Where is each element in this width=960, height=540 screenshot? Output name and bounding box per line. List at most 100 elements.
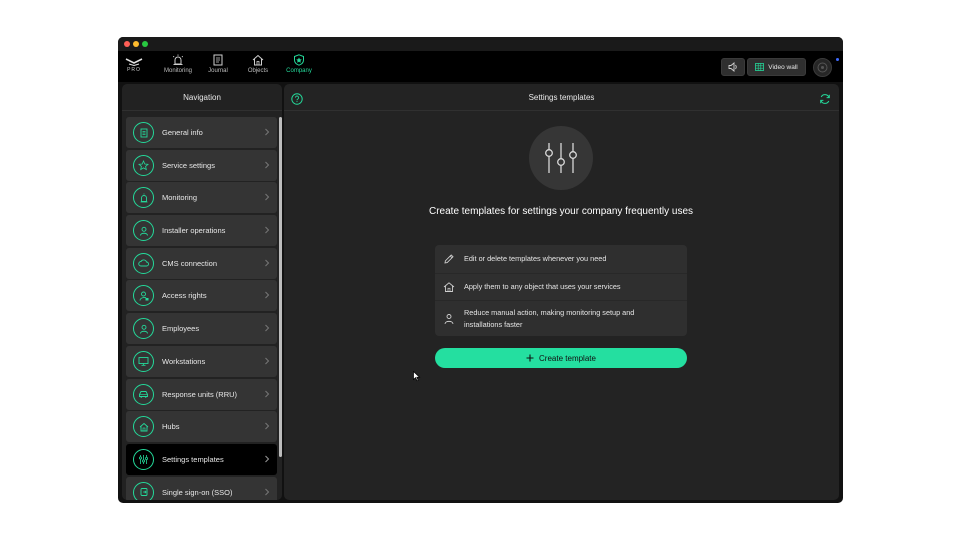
- benefit-item-edit: Edit or delete templates whenever you ne…: [435, 245, 687, 273]
- chevron-right-icon: [265, 259, 270, 267]
- tab-company-label: Company: [286, 68, 312, 74]
- sidebar-item-label: Hubs: [162, 422, 180, 432]
- speaker-icon: [728, 62, 737, 72]
- avatar-icon: [817, 62, 828, 73]
- benefit-item-apply: Apply them to any object that uses your …: [435, 273, 687, 300]
- sidebar-item-installer-operations[interactable]: Installer operations: [126, 215, 277, 247]
- templates-illustration: [529, 126, 593, 190]
- chevron-right-icon: [265, 226, 270, 234]
- tab-company[interactable]: Company: [283, 54, 315, 80]
- house-icon: [443, 282, 455, 292]
- refresh-icon[interactable]: [819, 92, 831, 110]
- sidebar-item-label: Monitoring: [162, 193, 198, 203]
- sidebar-item-label: Access rights: [162, 291, 207, 301]
- sidebar-item-label: Workstations: [162, 356, 206, 366]
- sliders-icon: [133, 448, 154, 470]
- user-lock-icon: [133, 285, 154, 307]
- sidebar-item-label: Settings templates: [162, 454, 224, 464]
- sidebar-item-workstations[interactable]: Workstations: [126, 345, 277, 377]
- grid-icon: [755, 63, 765, 71]
- brand-logo: PRO: [124, 57, 144, 73]
- sidebar-item-label: Installer operations: [162, 226, 226, 236]
- user-icon: [133, 318, 154, 340]
- sidebar-item-single-sign-on[interactable]: Single sign-on (SSO): [126, 476, 277, 500]
- sidebar-item-response-units[interactable]: Response units (RRU): [126, 378, 277, 410]
- main-header: Settings templates: [284, 84, 839, 111]
- chevron-right-icon: [265, 455, 270, 463]
- car-icon: [133, 383, 154, 405]
- tab-monitoring-label: Monitoring: [163, 68, 192, 74]
- mouse-cursor-icon: [413, 371, 421, 382]
- chevron-right-icon: [265, 390, 270, 397]
- page-title: Settings templates: [528, 93, 595, 102]
- close-window-button[interactable]: [124, 41, 130, 47]
- chevron-right-icon: [265, 357, 270, 365]
- sliders-icon: [545, 143, 577, 173]
- maximize-window-button[interactable]: [142, 41, 148, 47]
- sidebar-item-service-settings[interactable]: Service settings: [126, 149, 277, 181]
- sidebar-item-hubs[interactable]: Hubs: [126, 411, 277, 443]
- chevron-right-icon: [265, 324, 270, 332]
- benefit-text: Reduce manual action, making monitoring …: [464, 308, 635, 329]
- user-avatar[interactable]: [813, 58, 832, 77]
- minimize-window-button[interactable]: [133, 41, 139, 47]
- shield-icon: [294, 54, 304, 66]
- sidebar-item-label: Single sign-on (SSO): [162, 487, 233, 497]
- main-panel: Settings templates Create templates for …: [284, 84, 839, 500]
- chevron-right-icon: [265, 194, 270, 201]
- sidebar-item-label: CMS connection: [162, 258, 218, 268]
- logo-text: PRO: [127, 67, 141, 73]
- tab-objects-label: Objects: [247, 68, 269, 74]
- chevron-right-icon: [265, 488, 270, 495]
- create-template-label: Create template: [539, 353, 596, 363]
- video-wall-button[interactable]: Video wall: [747, 58, 806, 76]
- chevron-right-icon: [265, 292, 270, 299]
- tab-journal-label: Journal: [208, 68, 228, 74]
- journal-icon: [213, 54, 223, 66]
- star-icon: [133, 154, 154, 176]
- sidebar-item-employees[interactable]: Employees: [126, 313, 277, 345]
- empty-state-headline: Create templates for settings your compa…: [428, 206, 694, 217]
- monitor-icon: [133, 350, 154, 372]
- house-icon: [252, 54, 264, 66]
- navigation-title: Navigation: [122, 84, 282, 111]
- sidebar-item-label: General info: [162, 128, 203, 137]
- person-icon: [444, 313, 454, 324]
- pencil-icon: [444, 254, 454, 264]
- document-icon: [133, 122, 154, 143]
- sidebar-item-settings-templates[interactable]: Settings templates: [126, 443, 277, 475]
- tab-journal[interactable]: Journal: [205, 54, 231, 80]
- sidebar-item-cms-connection[interactable]: CMS connection: [126, 247, 277, 279]
- navigation-panel: Navigation General info Service settings: [122, 84, 282, 500]
- chevron-right-icon: [265, 161, 270, 169]
- sidebar-item-general-info[interactable]: General info: [126, 117, 277, 148]
- sidebar-item-access-rights[interactable]: Access rights: [126, 280, 277, 312]
- cloud-icon: [133, 252, 154, 274]
- benefits-list: Edit or delete templates whenever you ne…: [435, 245, 687, 336]
- benefit-text: Apply them to any object that uses your …: [464, 282, 621, 292]
- sso-icon: [133, 481, 154, 500]
- sidebar-item-monitoring[interactable]: Monitoring: [126, 182, 277, 214]
- alarm-icon: [133, 187, 154, 209]
- top-bar: PRO Monitoring Journal Objects Company V…: [118, 51, 843, 82]
- notification-dot: [836, 58, 839, 61]
- benefit-item-reduce: Reduce manual action, making monitoring …: [435, 300, 687, 336]
- hub-icon: [133, 416, 154, 438]
- tab-objects[interactable]: Objects: [245, 54, 271, 80]
- sidebar-item-label: Response units (RRU): [162, 389, 238, 399]
- sound-button[interactable]: [721, 58, 745, 76]
- chevron-right-icon: [265, 128, 270, 136]
- chevron-right-icon: [265, 422, 270, 430]
- sidebar-item-label: Employees: [162, 324, 200, 334]
- logo-icon: [125, 58, 143, 66]
- sidebar-item-label: Service settings: [162, 160, 215, 170]
- navigation-scrollbar[interactable]: [279, 117, 282, 457]
- title-bar: [118, 37, 843, 51]
- video-wall-label: Video wall: [768, 63, 798, 71]
- benefit-text: Edit or delete templates whenever you ne…: [464, 254, 607, 264]
- alarm-bell-icon: [172, 54, 184, 65]
- tab-monitoring[interactable]: Monitoring: [162, 54, 194, 80]
- navigation-list: General info Service settings Monitoring: [126, 117, 277, 500]
- create-template-button[interactable]: Create template: [435, 348, 687, 368]
- plus-icon: [526, 354, 534, 362]
